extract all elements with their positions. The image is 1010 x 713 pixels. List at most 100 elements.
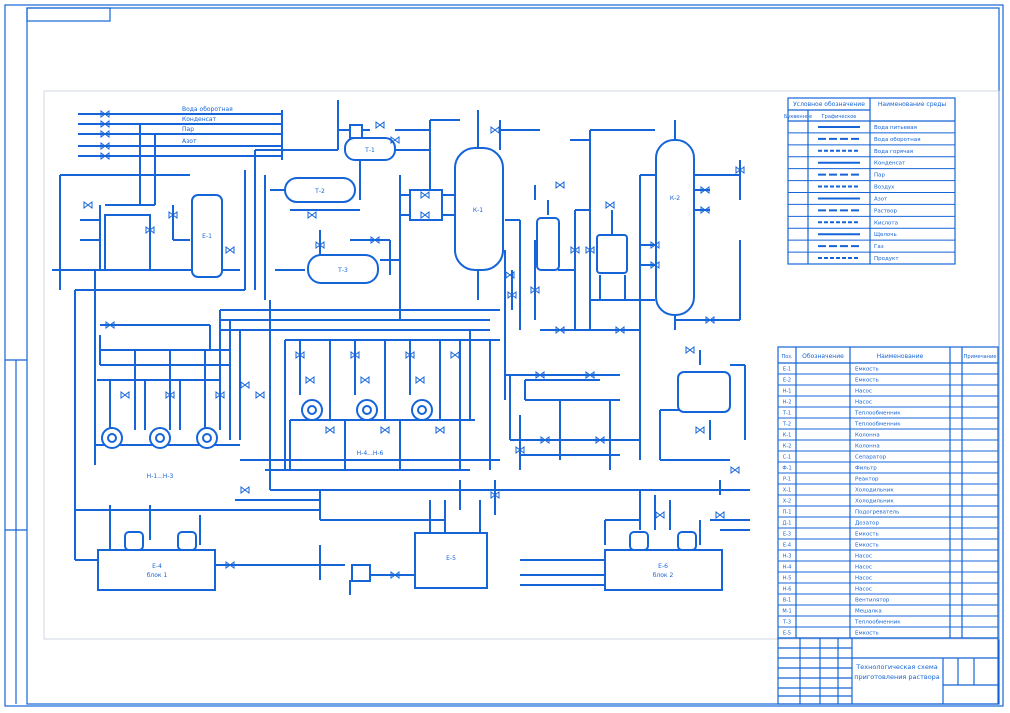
- valve-icon: [307, 211, 317, 219]
- spec-row-name: Емкость: [855, 367, 879, 373]
- label-t1: Т-1: [364, 147, 375, 154]
- spec-row-pos: Е-2: [783, 378, 791, 384]
- spec-row-name: Емкость: [855, 543, 879, 549]
- spec-row-pos: Н-3: [783, 554, 792, 560]
- spec-col-pos: Поз.: [781, 354, 792, 360]
- valve-icon: [695, 426, 705, 434]
- valve-icon: [375, 121, 385, 129]
- line-label-3: Пар: [182, 126, 194, 133]
- valve-icon: [120, 391, 130, 399]
- legend-row-label: Вода оборотная: [874, 137, 921, 143]
- spec-row-name: Насос: [855, 576, 872, 582]
- legend-sub-code: Буквенное: [784, 114, 812, 120]
- legend-row-label: Кислота: [874, 220, 898, 226]
- valve-icon: [605, 201, 615, 209]
- spec-row-pos: Р-1: [783, 477, 791, 483]
- label-t2: Т-2: [314, 188, 325, 195]
- legend-row-label: Азот: [874, 196, 888, 202]
- process-lines: [52, 100, 750, 595]
- label-block-2: блок 2: [653, 572, 674, 579]
- label-k1: К-1: [473, 207, 483, 214]
- line-label-2: Конденсат: [182, 116, 217, 123]
- spec-row-pos: С-1: [783, 455, 791, 461]
- spec-row-name: Подогреватель: [855, 510, 899, 516]
- schematic-svg: Вода питьевая Вода оборотная Вода горячая К…: [4, 4, 1004, 707]
- legend-row-label: Конденсат: [874, 161, 906, 167]
- label-e6: Е-6: [658, 563, 668, 570]
- valve-icon: [450, 351, 460, 359]
- label-e5: Е-5: [446, 555, 456, 562]
- spec-row-pos: Е-5: [783, 631, 791, 637]
- spec-row-name: Насос: [855, 587, 872, 593]
- drawing-sheet: Вода питьевая Вода оборотная Вода горячая К…: [0, 0, 1010, 713]
- spec-row-pos: Е-1: [783, 367, 791, 373]
- valves: [83, 110, 745, 579]
- spec-row-pos: Е-4: [783, 543, 791, 549]
- valve-icon: [435, 426, 445, 434]
- spec-row-pos: Х-2: [783, 499, 791, 505]
- label-block-1: блок 1: [147, 572, 168, 579]
- spec-row-name: Насос: [855, 554, 872, 560]
- label-e1: Е-1: [202, 233, 212, 240]
- valve-icon: [240, 381, 250, 389]
- valve-icon: [83, 201, 93, 209]
- spec-row-pos: М-1: [782, 609, 791, 615]
- label-pumps-2: Н-4...Н-6: [357, 450, 384, 457]
- valve-icon: [360, 376, 370, 384]
- spec-row-pos: Н-5: [783, 576, 792, 582]
- label-t3: Т-3: [337, 267, 348, 274]
- legend-row-label: Воздух: [874, 185, 895, 191]
- legend-rows: Вода питьевая Вода оборотная Вода горячая К…: [788, 125, 955, 265]
- title-line-2: приготовления раствора: [854, 673, 940, 681]
- reactor-r1: [536, 217, 560, 271]
- spec-row-pos: Н-2: [783, 400, 792, 406]
- equipment-labels: Е-1 К-1 К-2 Т-1 Т-2 Т-3 Е-4 блок 1 Е-5 Е…: [147, 106, 681, 579]
- spec-row-name: Сепаратор: [855, 455, 887, 461]
- legend-row-label: Щелочь: [874, 232, 897, 238]
- spec-row-name: Фильтр: [855, 466, 877, 472]
- tank-e2: [104, 214, 151, 271]
- valve-icon: [305, 376, 315, 384]
- spec-row-pos: В-1: [783, 598, 791, 604]
- mixer-m1: [596, 234, 628, 274]
- spec-row-name: Холодильник: [855, 488, 894, 494]
- spec-row-pos: Т-2: [782, 422, 791, 428]
- legend-sub-graphic: Графическое: [822, 114, 857, 120]
- spec-row-name: Насос: [855, 400, 872, 406]
- spec-row-name: Теплообменник: [854, 422, 901, 428]
- valve-icon: [655, 511, 665, 519]
- spec-row-name: Реактор: [855, 477, 879, 483]
- label-pumps-1: Н-1...Н-3: [147, 473, 174, 480]
- valve-icon: [715, 511, 725, 519]
- spec-row-name: Емкость: [855, 631, 879, 637]
- spec-row-name: Теплообменник: [854, 620, 901, 626]
- line-label-1: Вода оборотная: [182, 106, 233, 113]
- legend-header-left: Условное обозначение: [793, 101, 865, 108]
- pumps: [101, 399, 433, 449]
- spec-row-pos: Х-1: [783, 488, 791, 494]
- spec-row-pos: Н-1: [783, 389, 792, 395]
- spec-row-name: Вентилятор: [855, 598, 890, 604]
- valve-icon: [555, 181, 565, 189]
- spec-row-pos: Д-1: [783, 521, 792, 527]
- spec-row-name: Насос: [855, 565, 872, 571]
- label-e4: Е-4: [152, 563, 162, 570]
- valve-icon: [240, 486, 250, 494]
- heat-exchanger-t4: [677, 371, 731, 413]
- spec-row-pos: К-1: [783, 433, 792, 439]
- title-line-1: Технологическая схема: [855, 663, 937, 671]
- valve-icon: [380, 426, 390, 434]
- column-k2: [655, 139, 695, 316]
- spec-row-name: Колонна: [855, 433, 880, 439]
- valve-icon: [685, 346, 695, 354]
- spec-col-name: Наименование: [877, 353, 924, 360]
- spec-row-pos: Т-3: [782, 620, 791, 626]
- valve-icon: [490, 126, 500, 134]
- legend-row-label: Вода горячая: [874, 149, 913, 155]
- legend-row-label: Раствор: [874, 208, 898, 214]
- tank-block-2: [604, 549, 723, 591]
- valve-icon: [225, 246, 235, 254]
- spec-rows: Е-1 Емкость Е-2 Емкость Н-1 Насос Н-2 Насос Т-1 Т…: [778, 367, 998, 639]
- legend-row-label: Продукт: [874, 256, 899, 262]
- valve-icon: [415, 376, 425, 384]
